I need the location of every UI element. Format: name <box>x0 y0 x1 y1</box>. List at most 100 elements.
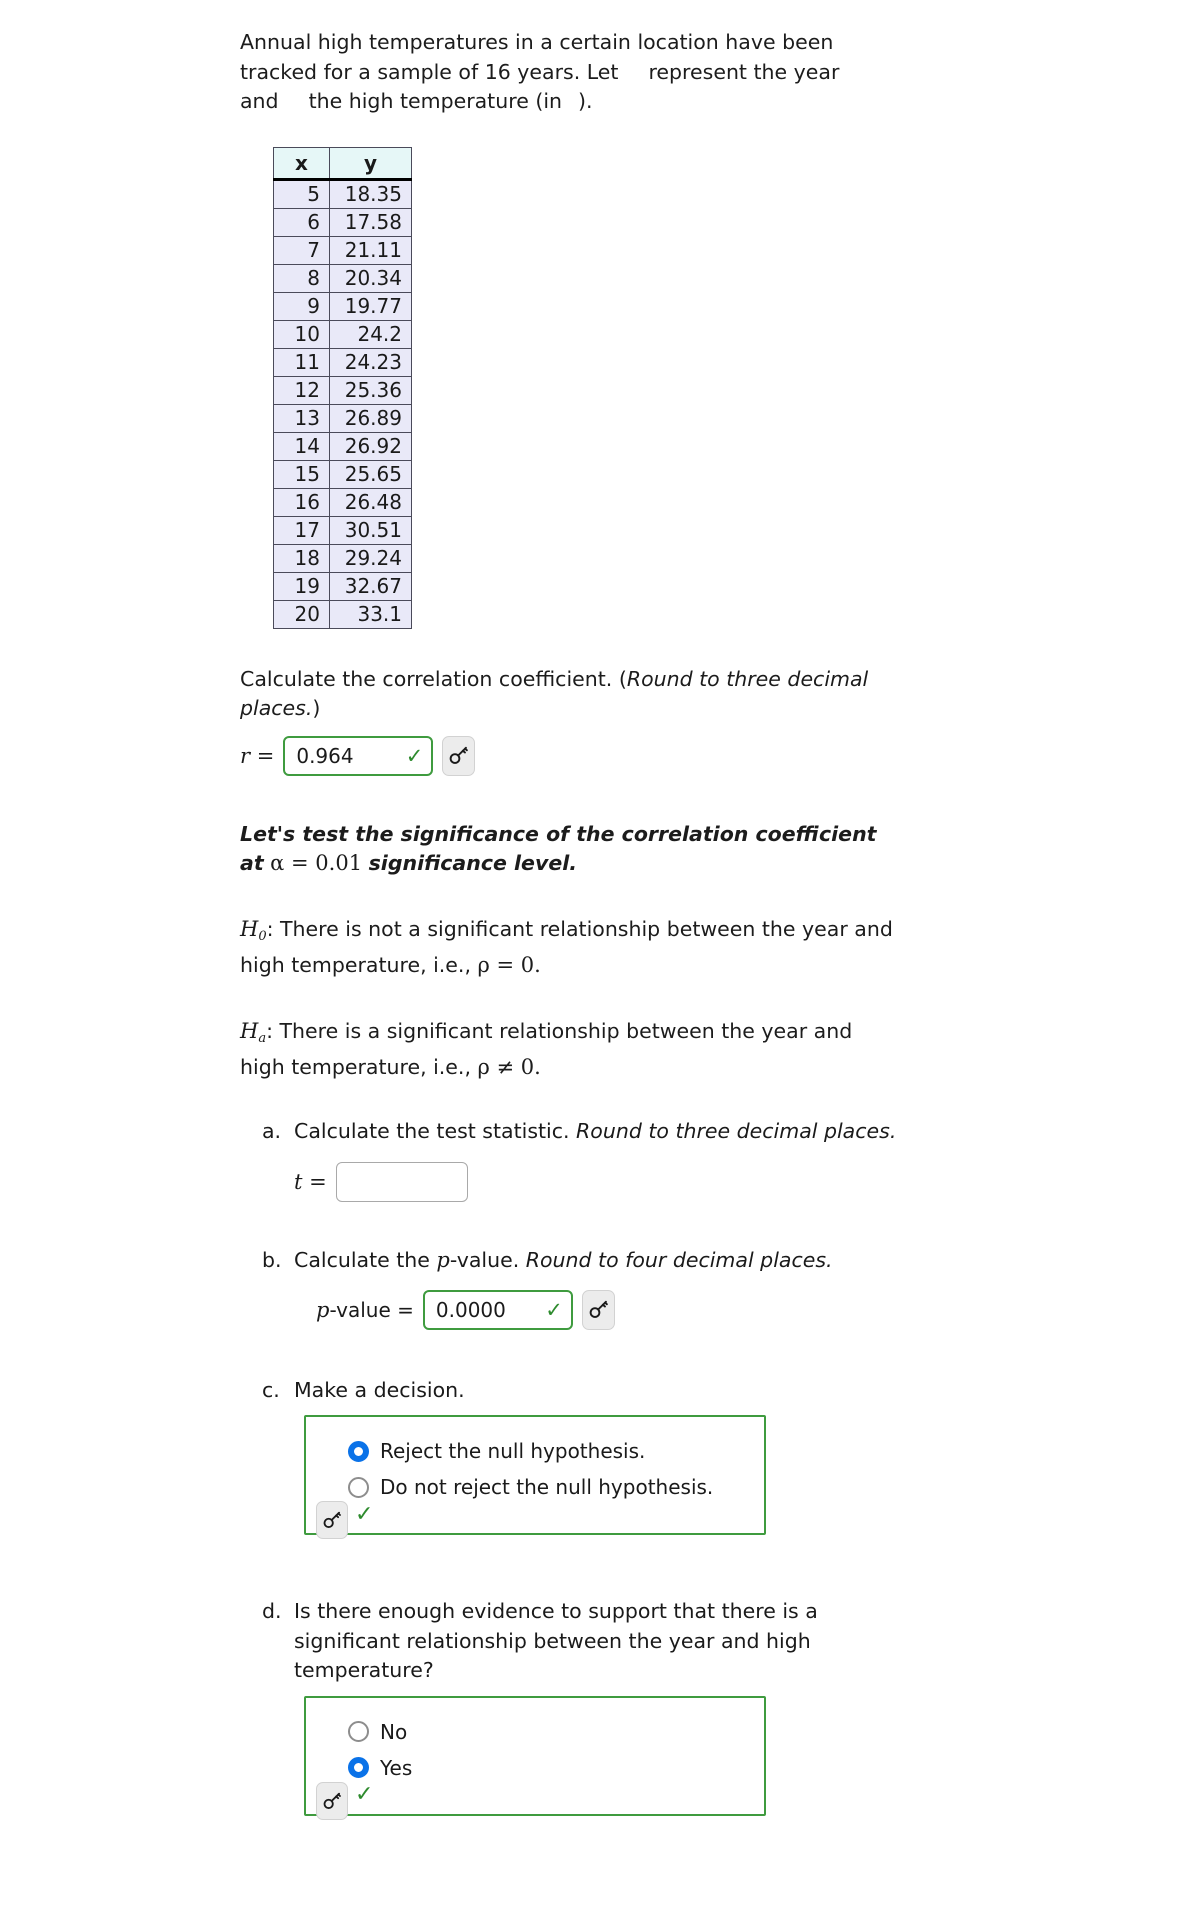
dataset-table: x y 5 18.35 6 17.58 7 21.11 8 20.34 9 19.77 1… <box>273 146 412 629</box>
intro-line-2a: tracked for a sample of 16 years. Let <box>240 59 619 84</box>
table-row: 7 21.11 <box>273 235 412 265</box>
key-icon <box>323 1511 341 1528</box>
significance-line-2-suffix: significance level. <box>368 851 578 875</box>
cell-x: 7 <box>273 235 330 265</box>
correlation-answer-row: r = 0.964 ✓ <box>240 735 900 776</box>
evidence-choice-box: No Yes ✓ <box>304 1695 766 1820</box>
test-statistic-label: t = <box>294 1170 327 1194</box>
radio-selected-icon[interactable] <box>348 1440 369 1462</box>
table-row: 11 24.23 <box>273 347 412 377</box>
cell-x: 6 <box>273 207 330 237</box>
content-column: Annual high temperatures in a certain lo… <box>240 28 900 1820</box>
evidence-option-no[interactable]: No <box>320 1714 750 1750</box>
correlation-input-value: 0.964 <box>296 743 354 768</box>
table-row: 8 20.34 <box>273 263 412 293</box>
correlation-input[interactable]: 0.964 ✓ <box>283 735 434 776</box>
test-statistic-row: t = <box>294 1162 900 1202</box>
decision-box-footer: ✓ <box>316 1501 373 1539</box>
question-a-italic: Round to three decimal places. <box>576 1118 897 1143</box>
significance-heading: Let's test the significance of the corre… <box>240 820 900 879</box>
cell-y: 25.65 <box>329 459 412 489</box>
decision-choice-box: Reject the null hypothesis. Do not rejec… <box>304 1415 766 1539</box>
question-b-math: p <box>436 1248 450 1272</box>
table-row: 14 26.92 <box>273 431 412 461</box>
cell-y: 17.58 <box>329 207 412 237</box>
intro-line-2b: represent the year <box>648 59 840 84</box>
pvalue-input[interactable]: 0.0000 ✓ <box>422 1289 573 1330</box>
answer-key-button[interactable] <box>442 735 476 776</box>
radio-unselected-icon[interactable] <box>348 1721 369 1742</box>
cell-y: 24.23 <box>329 347 412 377</box>
evidence-box-footer: ✓ <box>316 1781 373 1820</box>
question-c-text: Make a decision. <box>294 1377 465 1402</box>
intro-line-1: Annual high temperatures in a certain lo… <box>240 30 834 54</box>
cell-y: 26.92 <box>329 431 412 461</box>
evidence-option-yes-label: Yes <box>380 1755 413 1780</box>
table-row: 5 18.35 <box>273 178 412 209</box>
question-b-plain-2: -value. <box>449 1248 526 1272</box>
cell-x: 9 <box>273 291 330 321</box>
question-b-plain-1: Calculate the <box>294 1248 437 1272</box>
cell-x: 18 <box>273 543 330 573</box>
question-b-text: Calculate the p-value. Round to four dec… <box>294 1246 900 1276</box>
problem-statement: Annual high temperatures in a certain lo… <box>240 28 900 117</box>
key-icon <box>450 746 469 764</box>
cell-x: 16 <box>273 487 330 517</box>
decision-option-reject-label: Reject the null hypothesis. <box>380 1439 646 1463</box>
answer-key-button[interactable] <box>581 1289 615 1330</box>
cell-y: 19.77 <box>329 291 412 321</box>
correct-check-icon: ✓ <box>405 743 424 768</box>
intro-line-3c: ). <box>578 89 593 113</box>
decision-option-do-not-reject[interactable]: Do not reject the null hypothesis. <box>320 1469 750 1505</box>
decision-option-do-not-reject-label: Do not reject the null hypothesis. <box>380 1475 714 1499</box>
answer-key-button[interactable] <box>316 1781 348 1820</box>
table-row: 10 24.2 <box>273 319 412 349</box>
cell-x: 5 <box>273 178 330 209</box>
ha-subscript: a <box>258 1030 267 1046</box>
evidence-option-yes[interactable]: Yes <box>320 1750 750 1786</box>
cell-y: 21.11 <box>329 235 412 265</box>
question-c: c. Make a decision. Reject the null hypo… <box>262 1376 900 1539</box>
table-header-row: x y <box>273 146 412 181</box>
null-hypothesis: H0: There is not a significant relations… <box>240 915 900 981</box>
table-row: 20 33.1 <box>273 599 412 629</box>
intro-line-3b: the high temperature (in <box>308 89 563 113</box>
table-body: 5 18.35 6 17.58 7 21.11 8 20.34 9 19.77 10 24.… <box>273 178 412 629</box>
radio-selected-icon[interactable] <box>348 1757 369 1778</box>
header-x: x <box>273 146 330 181</box>
question-a-marker: a. <box>262 1118 282 1143</box>
cell-x: 19 <box>273 571 330 601</box>
cell-y: 20.34 <box>329 263 412 293</box>
pvalue-label-rest: -value = <box>329 1297 414 1322</box>
cell-y: 33.1 <box>329 599 412 629</box>
ha-symbol: H <box>240 1018 259 1043</box>
ha-text: : There is a significant relationship be… <box>240 1018 853 1080</box>
pvalue-input-value: 0.0000 <box>435 1297 506 1322</box>
test-statistic-input[interactable] <box>335 1162 468 1202</box>
pvalue-row: p-value = 0.0000 ✓ <box>316 1289 900 1330</box>
question-b-marker: b. <box>262 1248 282 1272</box>
pvalue-label: p-value = <box>316 1298 414 1322</box>
question-b: b. Calculate the p-value. Round to four … <box>262 1246 900 1330</box>
cell-y: 26.48 <box>329 487 412 517</box>
cell-x: 13 <box>273 403 330 433</box>
radio-unselected-icon[interactable] <box>348 1476 369 1498</box>
cell-x: 8 <box>273 263 330 293</box>
cell-y: 25.36 <box>329 375 412 405</box>
table-row: 13 26.89 <box>273 403 412 433</box>
correlation-prompt: Calculate the correlation coefficient. (… <box>240 665 900 724</box>
table-row: 19 32.67 <box>273 571 412 601</box>
question-d-marker: d. <box>262 1599 282 1623</box>
cell-x: 15 <box>273 459 330 489</box>
table-row: 9 19.77 <box>273 291 412 321</box>
dataset-table-wrapper: x y 5 18.35 6 17.58 7 21.11 8 20.34 9 19.77 1… <box>273 146 900 629</box>
answer-key-button[interactable] <box>316 1501 348 1539</box>
cell-x: 20 <box>273 599 330 629</box>
question-a: a. Calculate the test statistic. Round t… <box>262 1117 900 1202</box>
decision-option-reject[interactable]: Reject the null hypothesis. <box>320 1433 750 1469</box>
correlation-prompt-plain: Calculate the correlation coefficient. ( <box>240 666 627 691</box>
cell-x: 12 <box>273 375 330 405</box>
cell-y: 18.35 <box>329 178 412 209</box>
correct-check-icon: ✓ <box>355 1501 374 1527</box>
question-b-italic: Round to four decimal places. <box>525 1248 833 1272</box>
